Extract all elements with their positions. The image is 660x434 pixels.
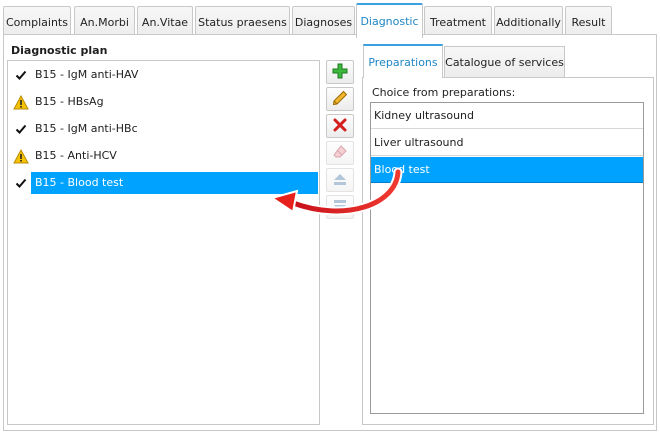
tab-preparations[interactable]: Preparations <box>363 44 443 78</box>
move-down-button[interactable] <box>326 195 354 219</box>
move-up-icon <box>332 171 348 190</box>
plan-item-label: B15 - Anti-HCV <box>35 149 117 162</box>
add-button[interactable] <box>326 60 354 84</box>
delete-button[interactable] <box>326 114 354 138</box>
preparation-item[interactable]: Liver ultrasound <box>371 130 643 156</box>
choice-label: Choice from preparations: <box>372 86 516 99</box>
diagnostic-plan-title: Diagnostic plan <box>11 44 108 57</box>
move-down-icon <box>332 198 348 217</box>
checkmark-icon <box>11 172 31 194</box>
move-up-button[interactable] <box>326 168 354 192</box>
plan-list-item[interactable]: B15 - IgM anti-HAV <box>8 64 319 86</box>
tab-catalogue-of-services[interactable]: Catalogue of services <box>444 46 565 78</box>
edit-button[interactable] <box>326 87 354 111</box>
plan-list-item[interactable]: B15 - HBsAg <box>8 91 319 113</box>
add-icon <box>332 63 348 82</box>
top-tab-bar: Complaints An.Morbi An.Vitae Status prae… <box>3 3 657 38</box>
tab-diagnostic[interactable]: Diagnostic <box>356 3 423 38</box>
preparation-item[interactable]: Kidney ultrasound <box>371 103 643 129</box>
plan-list-item[interactable]: B15 - IgM anti-HBc <box>8 118 319 140</box>
warning-icon <box>11 91 31 113</box>
diagnostic-plan-list[interactable]: B15 - IgM anti-HAV B15 - HBsAg B15 - IgM… <box>7 60 320 425</box>
checkmark-icon <box>11 64 31 86</box>
plan-item-label: B15 - HBsAg <box>35 95 104 108</box>
delete-icon <box>333 118 347 135</box>
preparations-list[interactable]: Kidney ultrasound Liver ultrasound Blood… <box>370 102 644 414</box>
clear-button[interactable] <box>326 141 354 165</box>
plan-item-label: B15 - Blood test <box>31 172 318 194</box>
plan-list-item[interactable]: B15 - Anti-HCV <box>8 145 319 167</box>
plan-item-label: B15 - IgM anti-HAV <box>35 68 139 81</box>
checkmark-icon <box>11 118 31 140</box>
plan-list-item-selected[interactable]: B15 - Blood test <box>8 172 319 194</box>
eraser-icon <box>332 144 348 163</box>
preparation-item-selected[interactable]: Blood test <box>371 157 643 183</box>
edit-icon <box>332 90 348 109</box>
warning-icon <box>11 145 31 167</box>
plan-item-label: B15 - IgM anti-HBc <box>35 122 138 135</box>
